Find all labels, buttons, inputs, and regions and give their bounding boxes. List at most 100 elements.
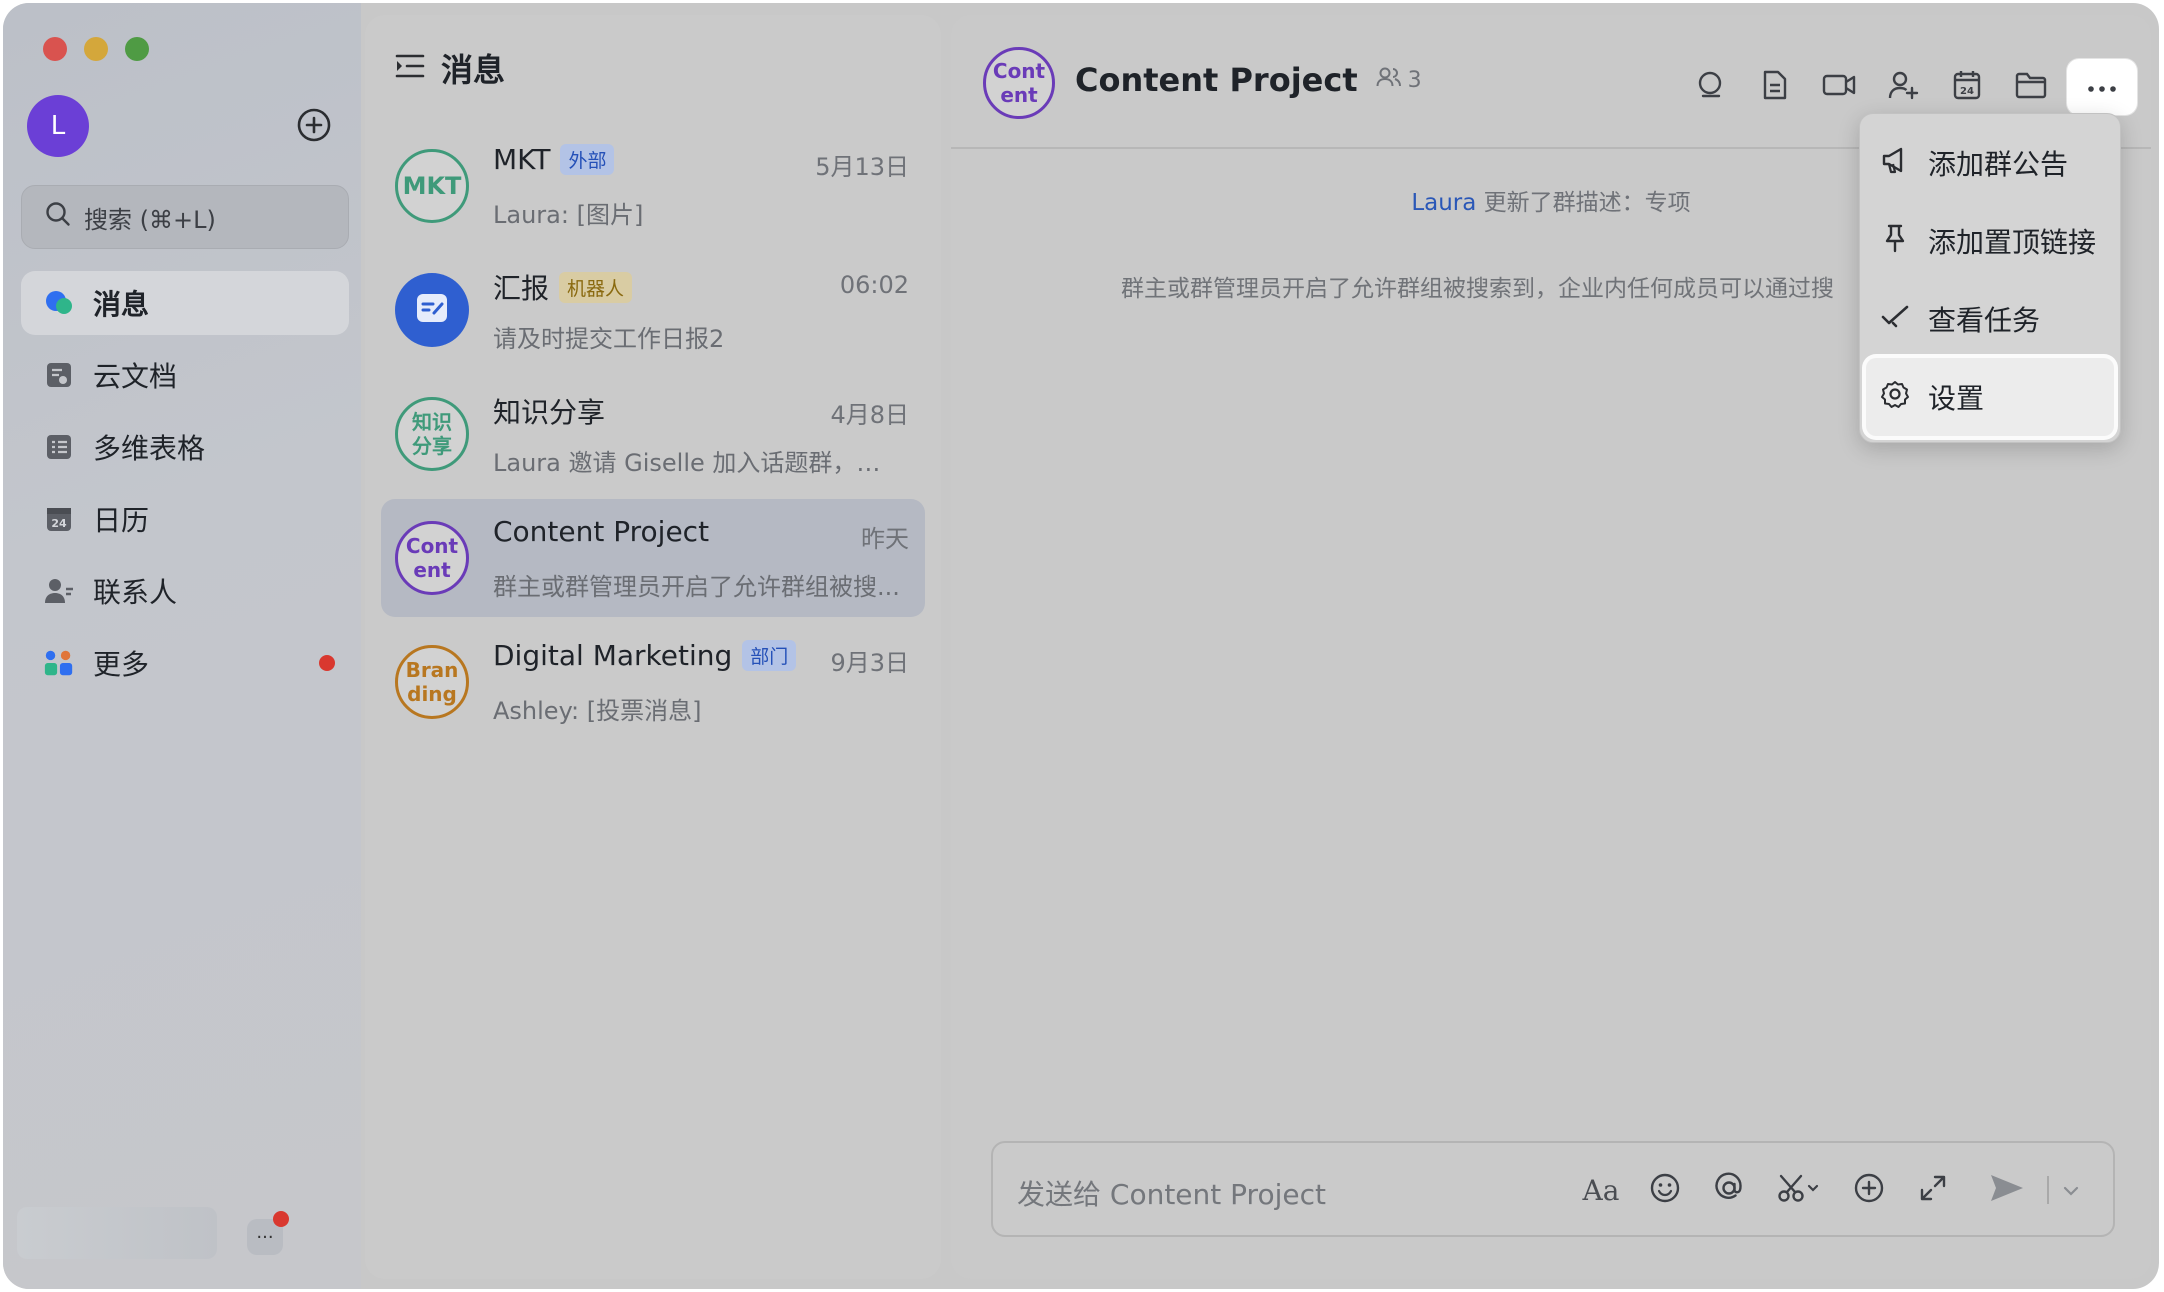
svg-text:24: 24 — [51, 517, 67, 530]
sidebar-item-label: 多维表格 — [93, 432, 206, 465]
member-count-value: 3 — [1407, 67, 1422, 93]
conversation-preview: Ashley: [投票消息] — [493, 697, 702, 725]
video-camera-icon — [1822, 71, 1856, 103]
mention-button[interactable] — [1699, 1165, 1759, 1215]
input-toolbar: Aa — [1571, 1165, 2089, 1215]
conversation-item[interactable]: Bran ding Digital Marketing 部门 9月3日 Ashl… — [381, 623, 925, 741]
attach-more-button[interactable] — [1839, 1165, 1899, 1215]
conversation-name-text: 知识分享 — [493, 396, 606, 429]
conversation-name: Digital Marketing 部门 — [493, 639, 797, 672]
conversation-name: MKT 外部 — [493, 143, 615, 176]
at-mention-icon — [1713, 1172, 1745, 1208]
conversation-name: 知识分享 — [493, 391, 605, 431]
sidebar-item-label: 消息 — [93, 288, 150, 321]
more-options-button[interactable]: ··· — [247, 1211, 289, 1255]
conversation-preview: 请及时提交工作日报2 — [493, 325, 725, 353]
external-tag: 外部 — [560, 144, 615, 175]
group-avatar: 知识 分享 — [395, 397, 469, 471]
megaphone-icon — [1880, 145, 1910, 182]
system-message-user[interactable]: Laura — [1411, 190, 1476, 216]
send-button[interactable] — [1977, 1165, 2037, 1215]
conversation-item[interactable]: MKT MKT 外部 5月13日 Laura: [图片] — [381, 127, 925, 245]
blurred-profile-area — [17, 1207, 217, 1259]
sidebar-item-label: 联系人 — [93, 576, 178, 609]
member-count[interactable]: 3 — [1376, 66, 1422, 94]
text-format-icon: Aa — [1582, 1173, 1620, 1207]
search-input[interactable]: 搜索 (⌘+L) — [21, 185, 349, 249]
video-call-button[interactable] — [1807, 62, 1871, 112]
menu-item-view-tasks[interactable]: 查看任务 — [1866, 280, 2114, 358]
conversation-time: 昨天 — [861, 525, 909, 553]
sidebar-item-label: 日历 — [93, 504, 150, 537]
conversation-list: MKT MKT 外部 5月13日 Laura: [图片] 汇报 机器人 06:0… — [381, 127, 925, 747]
notification-dot — [319, 655, 335, 671]
emoji-icon — [1649, 1172, 1681, 1208]
sidebar-item-base[interactable]: 多维表格 — [21, 415, 349, 479]
expand-editor-button[interactable] — [1903, 1165, 1963, 1215]
message-input[interactable]: 发送给 Content Project Aa — [991, 1141, 2115, 1237]
more-options-button[interactable] — [2067, 59, 2137, 115]
sidebar-item-label: 云文档 — [93, 360, 178, 393]
add-member-button[interactable] — [1871, 62, 1935, 112]
chat-title: Content Project 3 — [1075, 61, 1422, 99]
document-icon — [1761, 69, 1789, 105]
group-avatar: Cont ent — [395, 521, 469, 595]
conversation-item-selected[interactable]: Cont ent Content Project 昨天 群主或群管理员开启了允许… — [381, 499, 925, 617]
folder-icon — [2015, 71, 2047, 103]
user-avatar[interactable]: L — [27, 95, 89, 157]
sidebar-item-more[interactable]: 更多 — [21, 631, 349, 695]
collapse-list-icon[interactable] — [395, 49, 425, 87]
chat-files-button[interactable] — [1999, 62, 2063, 112]
send-options-button[interactable] — [2053, 1165, 2089, 1215]
ellipsis-icon: ··· — [256, 1226, 274, 1248]
plus-circle-icon — [1853, 1172, 1885, 1208]
conversation-panel: 消息 MKT MKT 外部 5月13日 Laura: [图片] 汇报 机器人 0… — [365, 15, 941, 1279]
menu-item-settings[interactable]: 设置 — [1866, 358, 2114, 436]
menu-item-label: 查看任务 — [1928, 304, 2041, 337]
bot-tag: 机器人 — [559, 271, 633, 303]
conversation-time: 4月8日 — [830, 401, 909, 429]
message-bubble-icon — [43, 287, 75, 319]
chat-group-avatar[interactable]: Cont ent — [983, 47, 1055, 119]
sidebar-item-messages[interactable]: 消息 — [21, 271, 349, 335]
send-icon — [1989, 1172, 2025, 1208]
chat-toolbar: 24 — [1679, 59, 2137, 115]
sidebar: L 搜索 (⌘+L) 消息 云文档 多维表格 24 日历 联系人 更多 ··· — [3, 3, 361, 1289]
menu-item-add-pinned-link[interactable]: 添加置顶链接 — [1866, 202, 2114, 280]
chat-search-button[interactable] — [1679, 62, 1743, 112]
gear-icon — [1880, 379, 1910, 416]
bot-avatar — [395, 273, 469, 347]
text-format-button[interactable]: Aa — [1571, 1165, 1631, 1215]
chat-title-text[interactable]: Content Project — [1075, 61, 1358, 99]
add-user-icon — [1887, 69, 1919, 105]
minimize-window-button[interactable] — [84, 37, 108, 61]
system-message-text: 更新了群描述：专项 — [1483, 190, 1691, 216]
department-tag: 部门 — [742, 640, 797, 671]
conversation-name-text: MKT — [493, 143, 551, 176]
sidebar-item-contacts[interactable]: 联系人 — [21, 559, 349, 623]
sidebar-item-calendar[interactable]: 24 日历 — [21, 487, 349, 551]
conversation-header: 消息 — [395, 45, 505, 91]
conversation-time: 5月13日 — [815, 153, 909, 181]
conversation-name-text: Digital Marketing — [493, 639, 733, 672]
chat-calendar-button[interactable]: 24 — [1935, 62, 1999, 112]
divider — [2047, 1176, 2049, 1204]
conversation-preview: 群主或群管理员开启了允许群组被搜... — [493, 573, 900, 601]
conversation-item[interactable]: 知识 分享 知识分享 4月8日 Laura 邀请 Giselle 加入话题群，新… — [381, 375, 925, 493]
menu-item-label: 添加群公告 — [1928, 148, 2069, 181]
menu-item-add-announcement[interactable]: 添加群公告 — [1866, 124, 2114, 202]
conversation-item[interactable]: 汇报 机器人 06:02 请及时提交工作日报2 — [381, 251, 925, 369]
expand-icon — [1918, 1173, 1948, 1207]
screenshot-button[interactable] — [1763, 1165, 1835, 1215]
zoom-window-button[interactable] — [125, 37, 149, 61]
cloud-doc-icon — [43, 359, 75, 391]
emoji-button[interactable] — [1635, 1165, 1695, 1215]
add-circle-icon[interactable] — [296, 107, 332, 143]
sidebar-item-docs[interactable]: 云文档 — [21, 343, 349, 407]
sidebar-nav: 消息 云文档 多维表格 24 日历 联系人 更多 — [21, 271, 349, 703]
scissors-icon — [1777, 1172, 1821, 1208]
chat-docs-button[interactable] — [1743, 62, 1807, 112]
calendar-icon: 24 — [1952, 69, 1982, 105]
close-window-button[interactable] — [43, 37, 67, 61]
svg-text:24: 24 — [1960, 86, 1974, 97]
